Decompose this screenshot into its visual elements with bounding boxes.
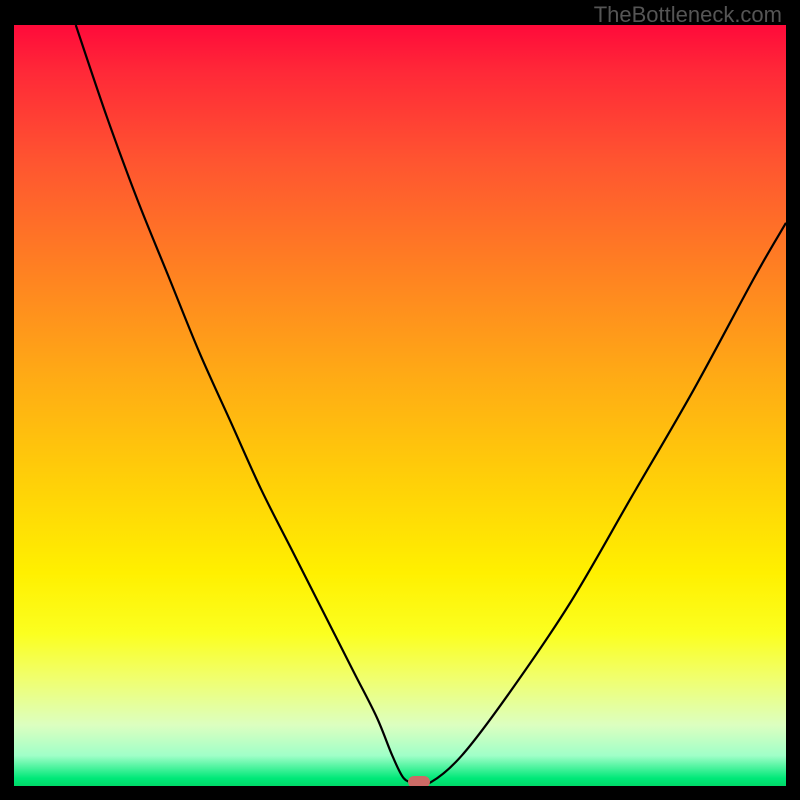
bottleneck-curve	[14, 25, 786, 786]
plot-area	[14, 25, 786, 786]
chart-frame	[14, 25, 786, 786]
watermark-text: TheBottleneck.com	[594, 2, 782, 28]
optimal-point-marker	[408, 776, 430, 786]
